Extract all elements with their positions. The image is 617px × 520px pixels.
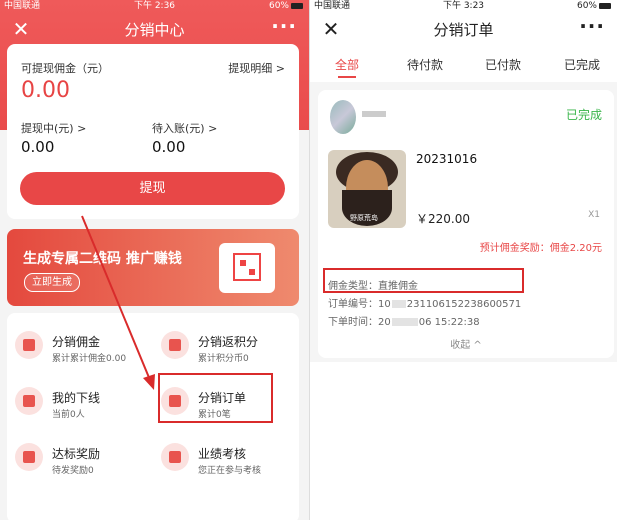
page-title: 分销订单 xyxy=(433,21,494,39)
product-image-watermark: 野原荒岛 xyxy=(350,214,378,222)
order-tabs: 全部 待付款 已付款 已完成 xyxy=(310,48,617,82)
commission-estimate: 预计佣金奖励：佣金2.20元 xyxy=(479,243,602,254)
username-redacted xyxy=(362,111,386,117)
collapse-toggle[interactable]: 收起 ^ xyxy=(318,336,614,351)
annotation-arrow xyxy=(81,215,155,390)
clock: 下午 3:23 xyxy=(442,1,485,11)
order-status: 已完成 xyxy=(565,108,602,122)
product-qty: X1 xyxy=(588,210,600,220)
product-image: 野原荒岛 xyxy=(328,150,406,228)
order-number: 订单编号：10 231106152238600571 xyxy=(328,299,522,310)
more-icon[interactable]: ··· xyxy=(579,15,605,37)
product-price: ￥220.00 xyxy=(416,212,470,226)
product-name: 20231016 xyxy=(416,152,478,166)
battery: 60% xyxy=(577,0,611,12)
avatar xyxy=(330,100,356,134)
tab-paid[interactable]: 已付款 xyxy=(468,48,538,82)
distribution-orders-screen: 中国联通 下午 3:23 60% ✕ 分销订单 ··· 全部 待付款 已付款 已… xyxy=(310,0,617,520)
highlight-box-commission-type xyxy=(323,268,524,293)
status-bar: 中国联通 下午 3:23 60% xyxy=(310,0,617,12)
tab-all[interactable]: 全部 xyxy=(312,48,382,82)
tab-completed[interactable]: 已完成 xyxy=(547,48,617,82)
order-card[interactable]: 已完成 野原荒岛 20231016 ￥220.00 X1 预计佣金奖励：佣金2.… xyxy=(318,90,614,358)
distribution-center-screen: 中国联通 下午 2:36 60% ✕ 分销中心 ··· 可提现佣金（元） 提现明… xyxy=(0,0,309,520)
redaction xyxy=(391,300,406,308)
order-time: 下单时间：20 06 15:22:38 xyxy=(328,317,480,328)
tab-unpaid[interactable]: 待付款 xyxy=(390,48,460,82)
nav-bar: ✕ 分销订单 ··· xyxy=(310,12,617,48)
battery-icon xyxy=(599,2,611,9)
page-bottom xyxy=(310,362,617,520)
redaction xyxy=(391,318,418,326)
